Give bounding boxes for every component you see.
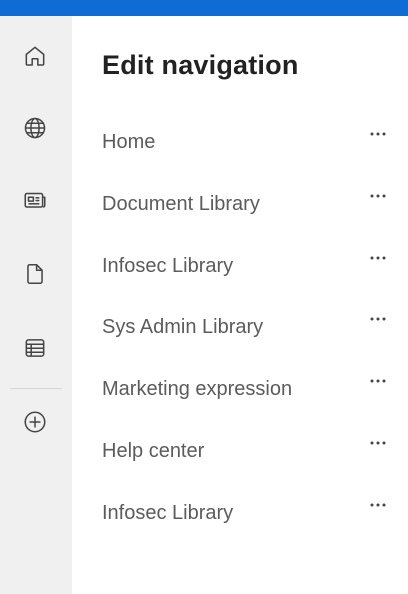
edit-navigation-panel: Edit navigation Home Document Library In… xyxy=(72,16,408,594)
more-options-button[interactable] xyxy=(364,126,392,150)
more-options-button[interactable] xyxy=(364,250,392,274)
more-icon xyxy=(370,132,386,136)
nav-item-label: Infosec Library xyxy=(102,254,234,277)
more-icon xyxy=(370,256,386,260)
rail-lists-button[interactable] xyxy=(15,328,55,368)
document-icon xyxy=(27,264,43,284)
more-icon xyxy=(370,379,386,383)
home-icon xyxy=(25,46,45,66)
nav-item-help-center[interactable]: Help center xyxy=(102,431,398,471)
more-options-button[interactable] xyxy=(364,188,392,212)
nav-item-infosec-library[interactable]: Infosec Library xyxy=(102,246,398,286)
nav-item-label: Help center xyxy=(102,439,205,462)
more-icon xyxy=(370,317,386,321)
nav-item-document-library[interactable]: Document Library xyxy=(102,184,398,224)
nav-item-label: Document Library xyxy=(102,192,260,215)
globe-icon xyxy=(24,117,46,139)
nav-item-infosec-library-2[interactable]: Infosec Library xyxy=(102,493,398,533)
top-accent-bar xyxy=(0,0,408,16)
nav-item-label: Sys Admin Library xyxy=(102,315,264,338)
nav-item-home[interactable]: Home xyxy=(102,122,398,162)
more-icon xyxy=(370,503,386,507)
more-icon xyxy=(370,194,386,198)
news-icon xyxy=(24,192,46,208)
rail-home-button[interactable] xyxy=(15,36,55,76)
app-rail xyxy=(0,16,72,594)
rail-news-button[interactable] xyxy=(15,180,55,220)
more-options-button[interactable] xyxy=(364,435,392,459)
rail-sites-button[interactable] xyxy=(15,108,55,148)
nav-item-sys-admin-library[interactable]: Sys Admin Library xyxy=(102,307,398,347)
list-icon xyxy=(25,339,45,357)
add-circle-icon xyxy=(24,411,46,433)
more-options-button[interactable] xyxy=(364,373,392,397)
nav-item-label: Home xyxy=(102,130,156,153)
nav-item-marketing-expression[interactable]: Marketing expression xyxy=(102,369,398,409)
nav-item-label: Infosec Library xyxy=(102,501,234,524)
rail-files-button[interactable] xyxy=(15,254,55,294)
more-options-button[interactable] xyxy=(364,497,392,521)
more-options-button[interactable] xyxy=(364,311,392,335)
rail-divider xyxy=(10,388,62,389)
more-icon xyxy=(370,441,386,445)
nav-item-label: Marketing expression xyxy=(102,377,293,400)
panel-title: Edit navigation xyxy=(102,50,299,80)
rail-create-button[interactable] xyxy=(15,402,55,442)
